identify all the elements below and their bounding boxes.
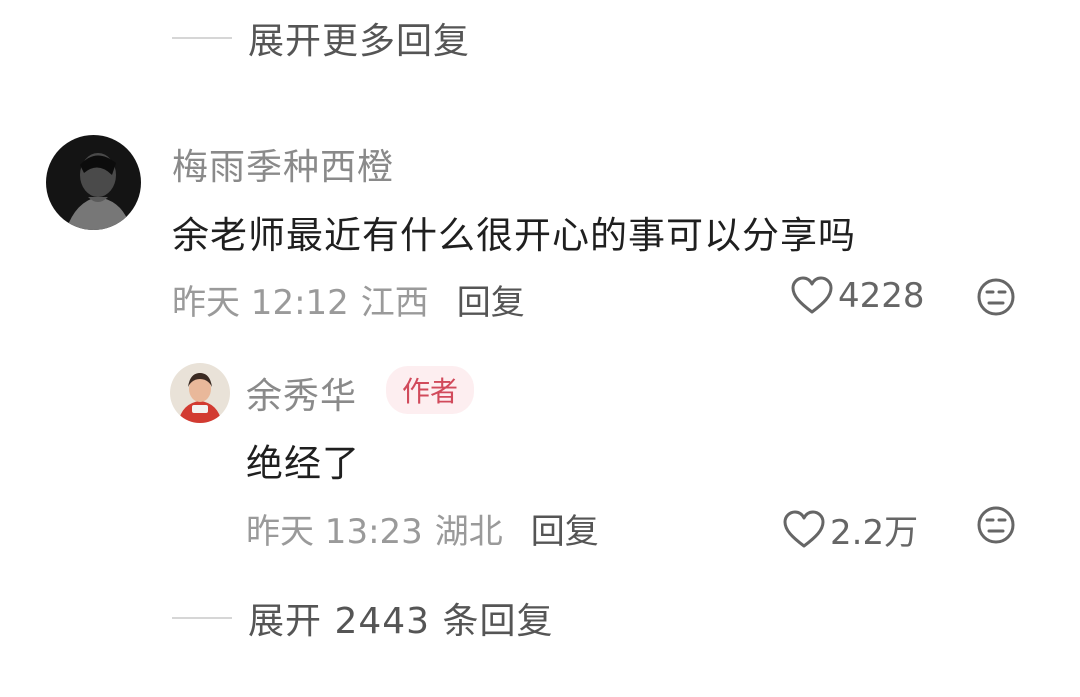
reply-location: 湖北 <box>434 512 503 552</box>
reply-meta: 昨天 13:23 湖北 回复 <box>246 504 599 553</box>
meh-face-icon <box>977 506 1015 544</box>
divider-line <box>172 617 232 619</box>
divider-line <box>172 37 232 39</box>
comment-meta: 昨天 12:12 江西 回复 <box>172 275 525 324</box>
reply-avatar[interactable] <box>170 363 230 423</box>
author-badge: 作者 <box>386 366 475 414</box>
reply-username[interactable]: 余秀华 <box>246 367 357 419</box>
avatar[interactable] <box>46 135 141 230</box>
comment-reply-button[interactable]: 回复 <box>457 275 525 324</box>
heart-icon <box>791 276 833 314</box>
comment-time: 昨天 12:12 <box>172 283 349 323</box>
meh-face-icon <box>977 278 1015 316</box>
comment-like-button[interactable]: 4228 <box>790 276 925 316</box>
heart-icon <box>783 510 825 547</box>
reply-like-count: 2.2万 <box>830 513 919 553</box>
reply-time: 昨天 13:23 <box>246 512 423 552</box>
comment-username[interactable]: 梅雨季种西橙 <box>172 138 394 190</box>
avatar-image <box>46 135 141 230</box>
expand-more-replies-label: 展开更多回复 <box>248 21 471 62</box>
reply-dislike-button[interactable] <box>976 505 1016 545</box>
comment-like-count: 4228 <box>838 276 925 316</box>
reply-text: 绝经了 <box>246 442 360 485</box>
comment-text: 余老师最近有什么很开心的事可以分享吗 <box>172 214 856 257</box>
avatar-image <box>170 363 230 423</box>
reply-like-button[interactable]: 2.2万 <box>782 505 918 554</box>
expand-replies[interactable]: 展开 2443 条回复 <box>172 592 554 644</box>
expand-replies-label: 展开 2443 条回复 <box>248 601 554 642</box>
comment-dislike-button[interactable] <box>976 277 1016 317</box>
expand-more-replies[interactable]: 展开更多回复 <box>172 12 470 64</box>
comment-location: 江西 <box>360 283 429 323</box>
reply-reply-button[interactable]: 回复 <box>531 504 599 553</box>
